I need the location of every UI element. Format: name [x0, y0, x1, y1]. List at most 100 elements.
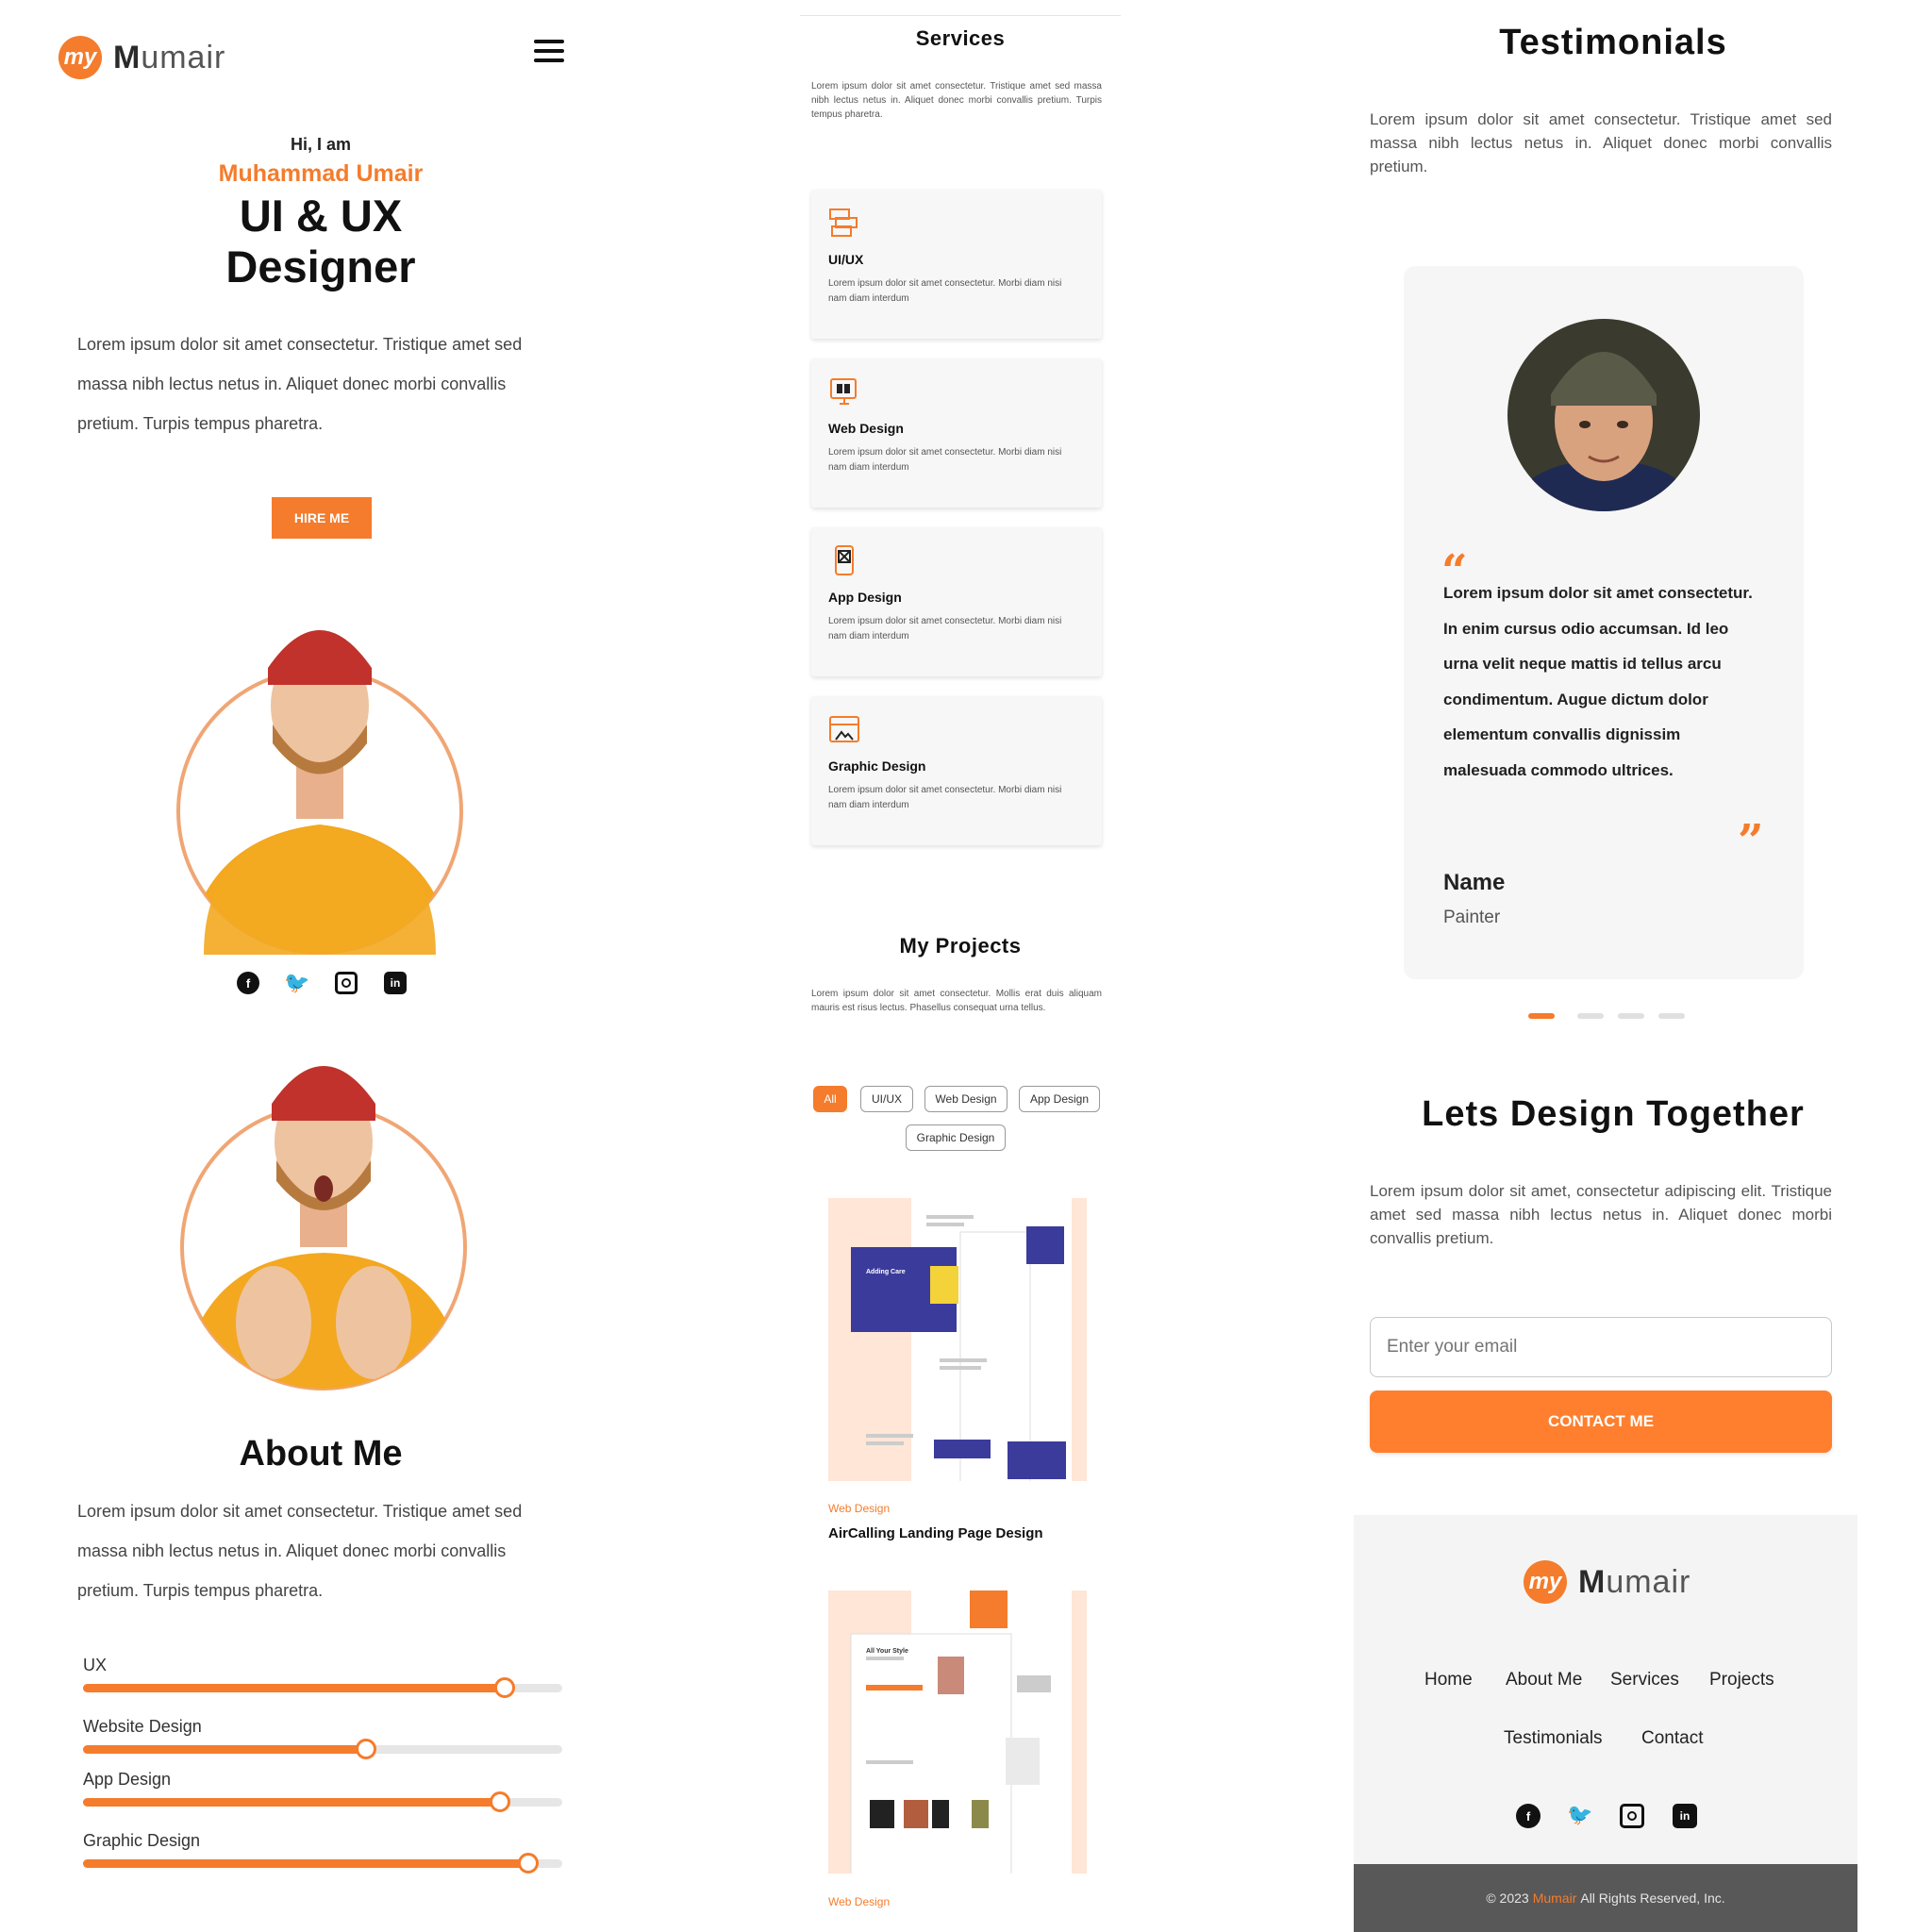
skill-label: App Design [83, 1770, 172, 1789]
service-card[interactable]: App Design Lorem ipsum dolor sit amet con… [811, 527, 1102, 676]
logo-mark: my [1524, 1560, 1567, 1604]
service-card-title: Graphic Design [828, 758, 926, 774]
filter-chip[interactable]: UI/UX [860, 1086, 913, 1112]
testimonial-quote: Lorem ipsum dolor sit amet consectetur. … [1443, 584, 1753, 779]
slider-dot-active[interactable] [1528, 1013, 1555, 1019]
hero-portrait [175, 602, 464, 955]
services-intro: Lorem ipsum dolor sit amet consectetur. … [811, 81, 1102, 120]
project-thumbnail[interactable]: Adding Care [828, 1198, 1087, 1481]
skill-slider-fill [83, 1684, 506, 1692]
skill-slider-knob[interactable] [494, 1677, 516, 1698]
skill-slider-fill [83, 1745, 366, 1754]
testimonial-person-name: Name [1443, 870, 1506, 895]
service-card[interactable]: Graphic Design Lorem ipsum dolor sit amet… [811, 696, 1102, 845]
footer-nav-services[interactable]: Services [1610, 1670, 1679, 1690]
linkedin-icon[interactable]: in [1673, 1804, 1697, 1828]
facebook-icon[interactable]: f [1516, 1804, 1541, 1828]
skill-slider-fill [83, 1859, 529, 1868]
ui-ux-icon [828, 207, 860, 239]
skill-slider-fill [83, 1798, 500, 1807]
project-thumbnail[interactable]: All Your Style [828, 1591, 1087, 1874]
skill-label: UX [83, 1656, 108, 1674]
logo-mark: my [58, 36, 102, 79]
skill-item: UX [83, 1656, 562, 1703]
service-card[interactable]: Web Design Lorem ipsum dolor sit amet con… [811, 358, 1102, 508]
skill-slider-knob[interactable] [489, 1791, 510, 1812]
twitter-icon[interactable]: 🐦 [284, 971, 309, 994]
skill-slider-track[interactable] [83, 1853, 562, 1874]
hero-role: UI & UX Designer [57, 191, 585, 292]
web-design-icon [828, 375, 860, 408]
skill-label: Website Design [83, 1717, 202, 1736]
graphic-design-icon [828, 713, 860, 745]
logo-text: Mumair [113, 39, 226, 75]
skill-item: Graphic Design [83, 1831, 562, 1878]
project-name[interactable]: AirCalling Landing Page Design [828, 1525, 1043, 1541]
site-footer: my Mumair Home About Me Services Project… [1354, 1515, 1857, 1932]
contact-me-button[interactable]: CONTACT ME [1370, 1391, 1832, 1453]
projects-title: My Projects [899, 934, 1022, 958]
copyright-prefix: © 2023 [1486, 1890, 1529, 1906]
copyright-brand[interactable]: Mumair [1533, 1890, 1577, 1906]
filter-chip[interactable]: Web Design [924, 1086, 1008, 1112]
app-design-icon [828, 544, 860, 576]
site-logo[interactable]: my Mumair [58, 36, 225, 79]
email-input[interactable] [1370, 1317, 1832, 1377]
about-title: About Me [239, 1434, 403, 1474]
service-card-desc: Lorem ipsum dolor sit amet consectetur. … [828, 447, 1062, 473]
copyright-suffix: All Rights Reserved, Inc. [1580, 1890, 1725, 1906]
project-thumb-text: All Your Style [866, 1648, 908, 1655]
hero-greeting: Hi, I am [290, 135, 352, 154]
footer-social-links: f 🐦 in [1516, 1803, 1697, 1828]
twitter-icon[interactable]: 🐦 [1567, 1803, 1592, 1826]
skill-slider-knob[interactable] [355, 1739, 376, 1759]
skill-slider-track[interactable] [83, 1739, 562, 1759]
project-thumb-text: Adding Care [866, 1269, 906, 1275]
linkedin-icon[interactable]: in [384, 972, 407, 994]
service-card-title: UI/UX [828, 252, 864, 267]
service-card-desc: Lorem ipsum dolor sit amet consectetur. … [828, 278, 1062, 304]
instagram-icon[interactable] [335, 972, 358, 994]
skill-slider-knob[interactable] [518, 1853, 540, 1874]
skill-item: App Design [83, 1770, 562, 1817]
skill-slider-track[interactable] [83, 1677, 562, 1698]
services-projects-column: Services Lorem ipsum dolor sit amet cons… [800, 0, 1121, 1932]
project-category: Web Design [828, 1502, 891, 1515]
hire-me-button[interactable]: HIRE ME [272, 497, 372, 539]
hamburger-menu-icon[interactable] [534, 40, 564, 68]
footer-nav-testimonials[interactable]: Testimonials [1504, 1728, 1603, 1749]
project-category: Web Design [828, 1895, 891, 1908]
filter-chip[interactable]: All [813, 1086, 847, 1112]
service-card[interactable]: UI/UX Lorem ipsum dolor sit amet consecte… [811, 190, 1102, 339]
filter-chip[interactable]: App Design [1019, 1086, 1100, 1112]
top-divider [800, 15, 1121, 16]
slider-dot[interactable] [1658, 1013, 1685, 1019]
service-card-desc: Lorem ipsum dolor sit amet consectetur. … [828, 616, 1062, 641]
service-card-title: App Design [828, 590, 902, 605]
footer-logo[interactable]: my Mumair [1524, 1560, 1690, 1604]
about-text: Lorem ipsum dolor sit amet consectetur. … [77, 1502, 523, 1600]
contact-text: Lorem ipsum dolor sit amet, consectetur … [1370, 1182, 1832, 1247]
about-portrait [179, 1040, 468, 1391]
skill-label: Graphic Design [83, 1831, 201, 1850]
filter-chip[interactable]: Graphic Design [906, 1124, 1006, 1151]
testimonials-title: Testimonials [1499, 23, 1727, 62]
slider-dot[interactable] [1577, 1013, 1604, 1019]
footer-nav-projects[interactable]: Projects [1709, 1670, 1774, 1690]
instagram-icon[interactable] [1620, 1804, 1644, 1828]
testimonial-person-role: Painter [1443, 908, 1501, 927]
service-card-desc: Lorem ipsum dolor sit amet consectetur. … [828, 785, 1062, 810]
footer-nav-contact[interactable]: Contact [1641, 1728, 1703, 1749]
skill-item: Website Design [83, 1717, 562, 1764]
footer-nav-about[interactable]: About Me [1506, 1670, 1582, 1690]
facebook-icon[interactable]: f [237, 972, 259, 994]
testimonial-avatar [1507, 319, 1700, 511]
footer-nav-home[interactable]: Home [1424, 1670, 1473, 1690]
skill-slider-track[interactable] [83, 1791, 562, 1812]
services-title: Services [915, 26, 1006, 50]
slider-dot[interactable] [1618, 1013, 1644, 1019]
copyright-bar: © 2023 Mumair All Rights Reserved, Inc. [1354, 1864, 1857, 1932]
logo-text: Mumair [1578, 1563, 1691, 1600]
service-card-title: Web Design [828, 421, 904, 436]
testimonials-contact-column: Testimonials Lorem ipsum dolor sit amet … [1349, 0, 1877, 1932]
